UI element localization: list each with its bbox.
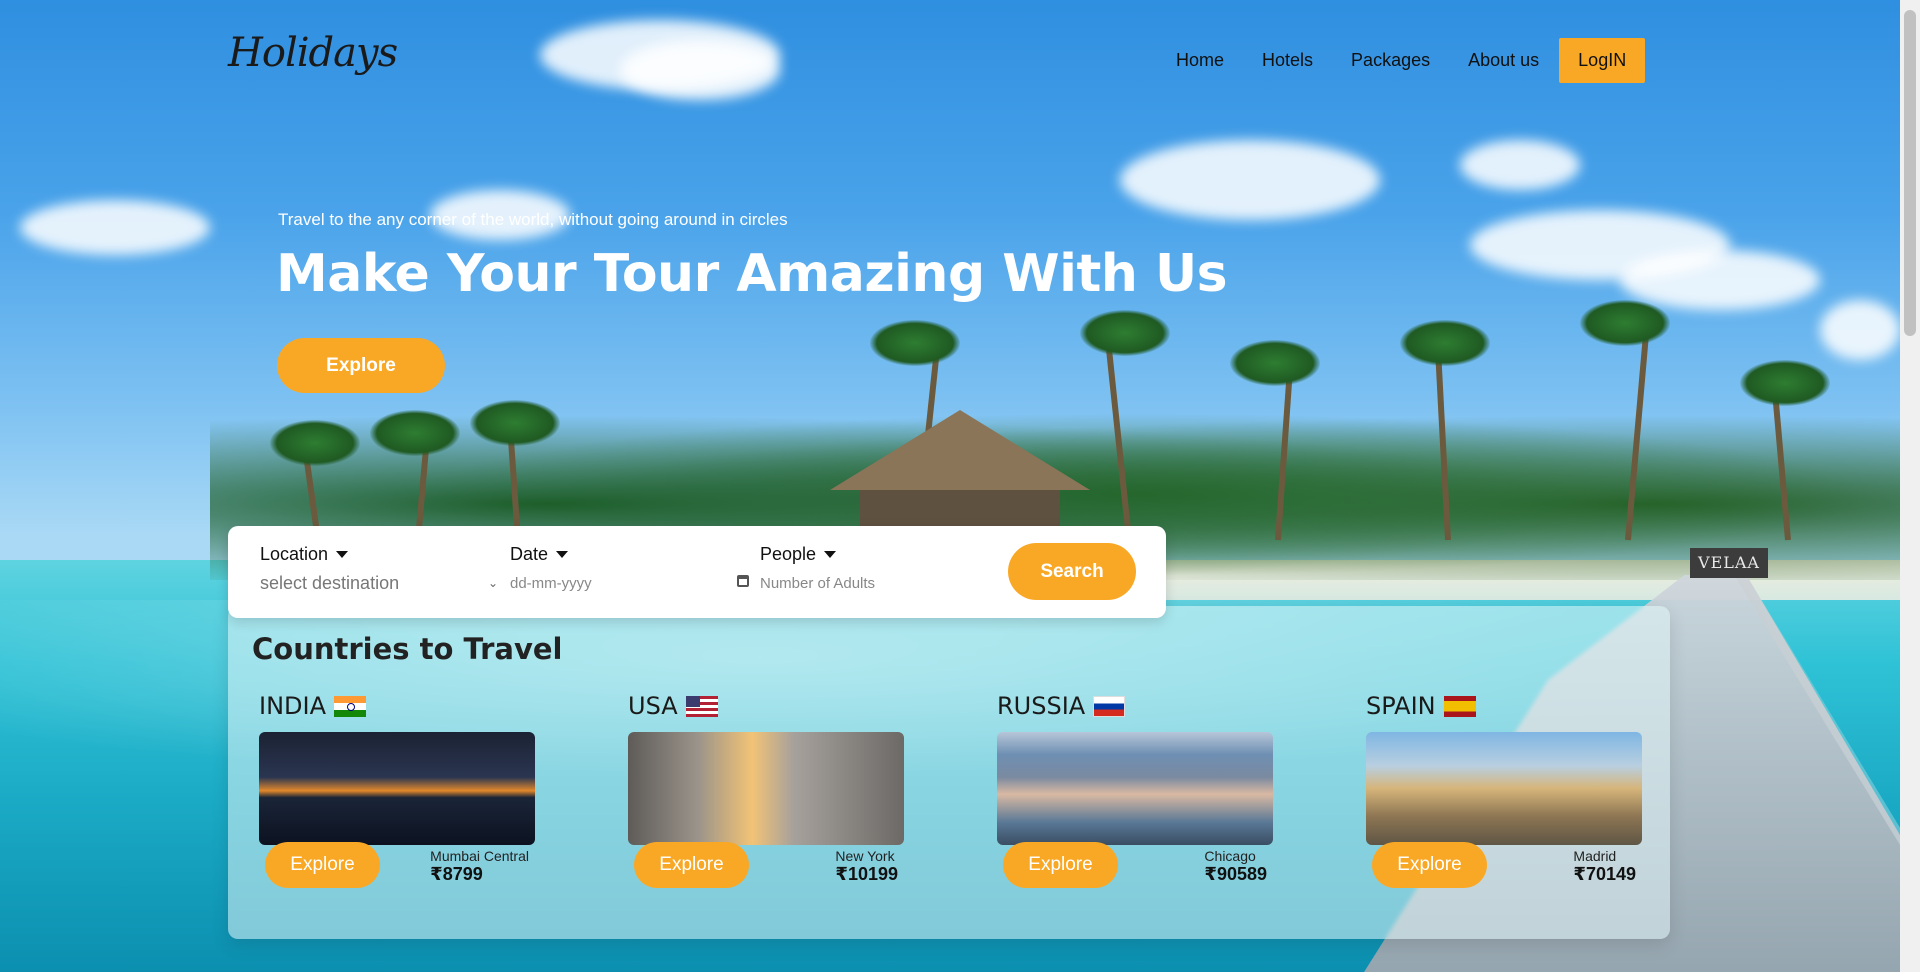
- scrollbar[interactable]: [1900, 0, 1920, 972]
- logo[interactable]: Holidays: [228, 30, 398, 76]
- chevron-down-icon[interactable]: ⌄: [488, 576, 498, 590]
- location-field[interactable]: Location select destination: [260, 544, 399, 594]
- date-field[interactable]: Date dd-mm-yyyy: [510, 544, 592, 592]
- price: ₹8799: [430, 864, 483, 884]
- country-card-russia: RUSSIA Explore Chicago ₹90589: [997, 692, 1273, 888]
- date-input[interactable]: dd-mm-yyyy: [510, 575, 592, 592]
- country-photo: [997, 732, 1273, 845]
- location-select[interactable]: select destination: [260, 573, 399, 594]
- hero-explore-button[interactable]: Explore: [277, 338, 445, 393]
- nav-about-us[interactable]: About us: [1468, 50, 1539, 71]
- city-name: New York: [835, 848, 895, 864]
- usa-flag-icon: [685, 695, 718, 717]
- login-button[interactable]: LogIN: [1559, 38, 1646, 83]
- countries-panel: Countries to Travel INDIA Explore Mumbai…: [228, 606, 1670, 939]
- caret-down-icon: [824, 551, 837, 558]
- price: ₹70149: [1573, 864, 1636, 884]
- explore-spain-button[interactable]: Explore: [1372, 842, 1487, 888]
- country-photo: [1366, 732, 1642, 845]
- city-info: Chicago ₹90589: [1204, 848, 1267, 885]
- resort-hut: [830, 410, 1090, 530]
- people-input[interactable]: Number of Adults: [760, 575, 875, 592]
- hero-title: Make Your Tour Amazing With Us: [276, 244, 1228, 304]
- country-name: RUSSIA: [997, 692, 1086, 720]
- caret-down-icon: [556, 551, 569, 558]
- city-name: Madrid: [1573, 848, 1617, 864]
- explore-usa-button[interactable]: Explore: [634, 842, 749, 888]
- nav-packages[interactable]: Packages: [1351, 50, 1430, 71]
- country-name: INDIA: [259, 692, 327, 720]
- city-info: New York ₹10199: [835, 848, 898, 885]
- scrollbar-thumb[interactable]: [1904, 10, 1916, 336]
- city-info: Mumbai Central ₹8799: [430, 848, 529, 885]
- country-photo: [259, 732, 535, 845]
- location-label: Location: [260, 544, 329, 564]
- price: ₹10199: [835, 864, 898, 884]
- city-name: Mumbai Central: [430, 848, 529, 864]
- price: ₹90589: [1204, 864, 1267, 884]
- search-box: Location select destination ⌄ Date dd-mm…: [228, 526, 1166, 618]
- city-info: Madrid ₹70149: [1573, 848, 1636, 885]
- explore-india-button[interactable]: Explore: [265, 842, 380, 888]
- nav-hotels[interactable]: Hotels: [1262, 50, 1313, 71]
- hero-subtitle: Travel to the any corner of the world, w…: [278, 210, 788, 229]
- people-field[interactable]: People Number of Adults: [760, 544, 875, 592]
- people-label: People: [760, 544, 817, 564]
- india-flag-icon: [334, 695, 367, 717]
- spain-flag-icon: [1443, 695, 1476, 717]
- country-name: SPAIN: [1366, 692, 1436, 720]
- calendar-icon[interactable]: [737, 575, 749, 587]
- country-photo: [628, 732, 904, 845]
- country-name: USA: [628, 692, 678, 720]
- nav-home[interactable]: Home: [1176, 50, 1224, 71]
- country-card-spain: SPAIN Explore Madrid ₹70149: [1366, 692, 1642, 888]
- explore-russia-button[interactable]: Explore: [1003, 842, 1118, 888]
- main-nav: Home Hotels Packages About us LogIN: [1176, 38, 1646, 83]
- caret-down-icon: [336, 551, 349, 558]
- date-label: Date: [510, 544, 549, 564]
- country-card-india: INDIA Explore Mumbai Central ₹8799: [259, 692, 535, 888]
- countries-title: Countries to Travel: [252, 632, 563, 666]
- russia-flag-icon: [1093, 695, 1126, 717]
- search-button[interactable]: Search: [1008, 543, 1136, 600]
- resort-sign: VELAA: [1690, 548, 1768, 578]
- country-card-usa: USA Explore New York ₹10199: [628, 692, 904, 888]
- city-name: Chicago: [1204, 848, 1256, 864]
